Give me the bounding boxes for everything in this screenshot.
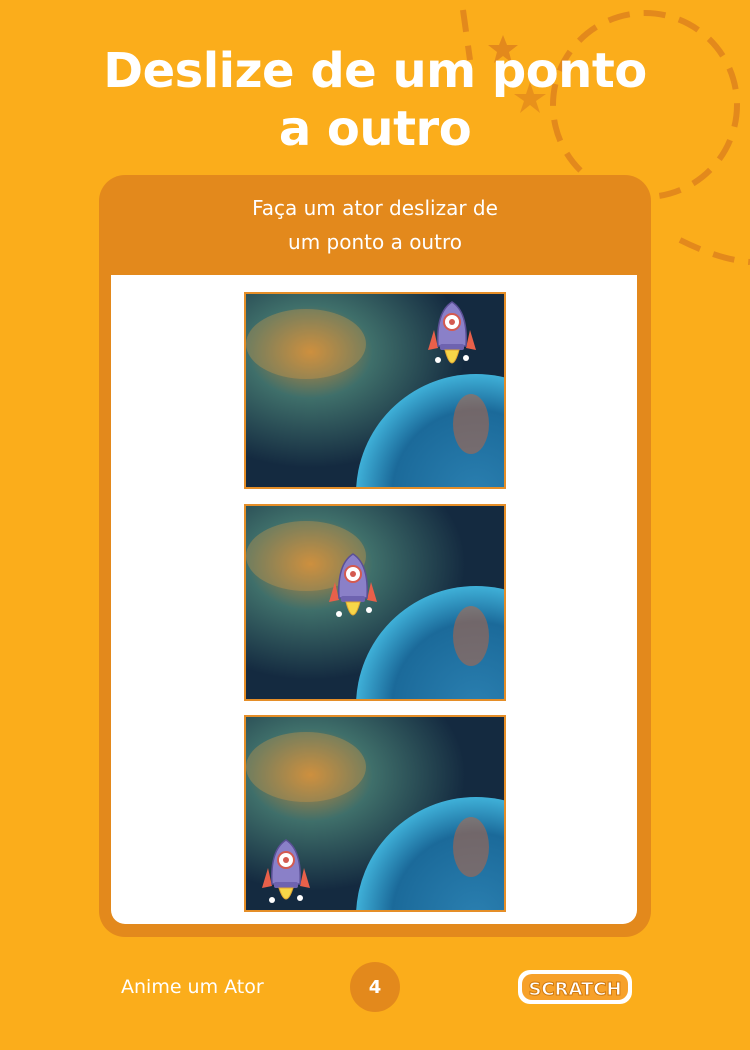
title-line-2: a outro bbox=[278, 101, 472, 157]
title-line-1: Deslize de um ponto bbox=[103, 43, 647, 99]
card-header-line-2: um ponto a outro bbox=[288, 230, 462, 254]
scratch-logo: SCRATCH bbox=[518, 970, 632, 1004]
page-title: Deslize de um ponto a outro bbox=[0, 42, 750, 158]
rocket-sprite-3 bbox=[262, 839, 310, 903]
rocket-sprite-1 bbox=[428, 301, 476, 364]
rocket-sprite-2 bbox=[329, 553, 377, 617]
page-number: 4 bbox=[350, 962, 400, 1012]
footer-section-title: Anime um Ator bbox=[121, 976, 264, 998]
card-header: Faça um ator deslizar de um ponto a outr… bbox=[99, 191, 651, 259]
svg-text:SCRATCH: SCRATCH bbox=[528, 979, 621, 1000]
page-number-text: 4 bbox=[368, 976, 382, 998]
card-header-line-1: Faça um ator deslizar de bbox=[252, 196, 498, 220]
